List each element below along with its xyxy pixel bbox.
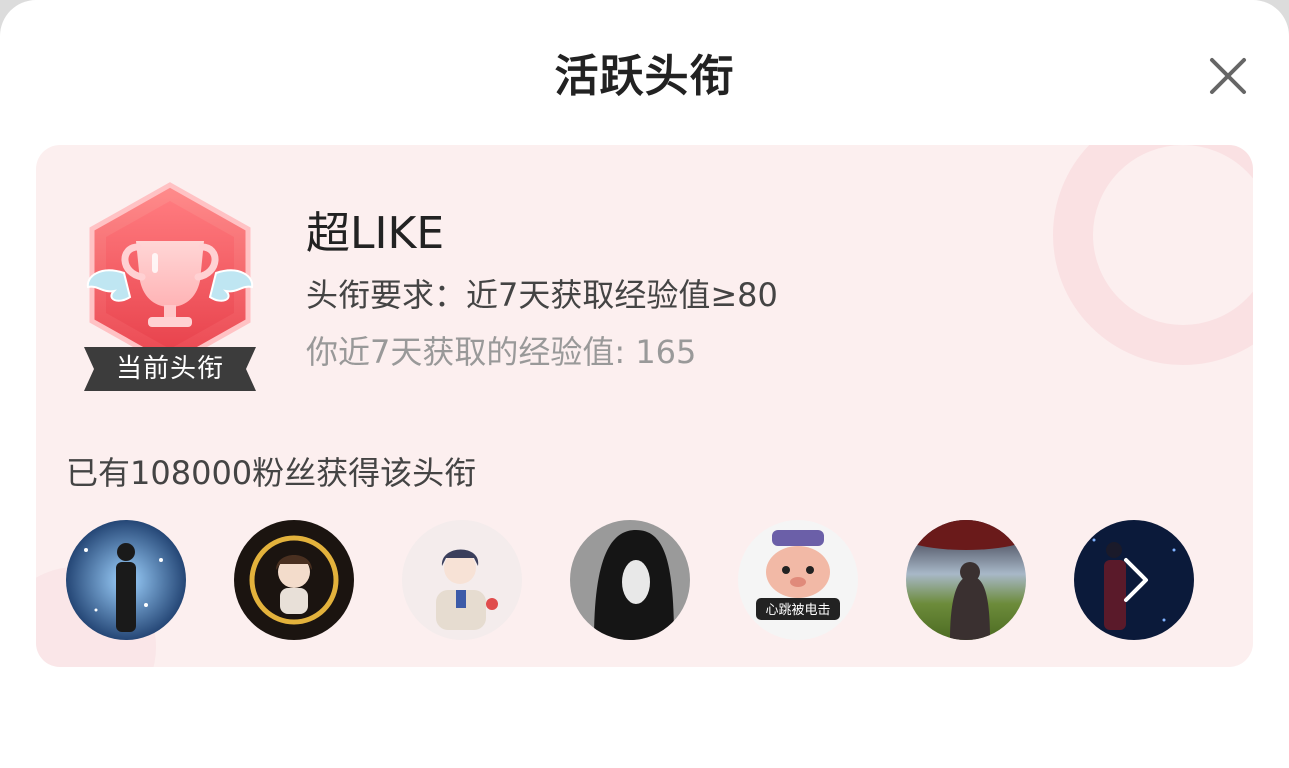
close-button[interactable] — [1200, 48, 1256, 104]
title-card: 当前头衔 超LIKE 头衔要求：近7天获取经验值≥80 你近7天获取的经验值: … — [36, 145, 1253, 667]
chevron-right-icon — [1124, 558, 1148, 602]
avatar-caption: 心跳被电击 — [765, 603, 830, 618]
title-name: 超LIKE — [306, 208, 445, 259]
current-title-label: 当前头衔 — [115, 354, 224, 384]
current-title-tag: 当前头衔 — [84, 347, 256, 391]
page-title: 活跃头衔 — [554, 51, 735, 102]
my-experience: 你近7天获取的经验值: 165 — [306, 333, 697, 371]
avatar[interactable] — [402, 520, 522, 640]
title-requirement: 头衔要求：近7天获取经验值≥80 — [306, 276, 778, 314]
avatar[interactable] — [906, 520, 1026, 640]
avatar[interactable] — [66, 520, 186, 640]
title-badge: 当前头衔 — [80, 181, 260, 391]
avatar[interactable]: 心跳被电击 — [738, 520, 858, 640]
avatar-more[interactable] — [1074, 520, 1194, 640]
avatar[interactable] — [570, 520, 690, 640]
title-sheet: 活跃头衔 当前头衔 超LIKE 头衔要求：近7天获取经验值≥80 你近7天获取的… — [0, 0, 1289, 768]
avatar[interactable] — [234, 520, 354, 640]
card-decoration — [1053, 145, 1253, 365]
close-icon — [1210, 58, 1246, 94]
fan-avatar-list: 心跳被电击 — [66, 520, 1226, 640]
fans-count-text: 已有108000粉丝获得该头衔 — [66, 454, 477, 492]
